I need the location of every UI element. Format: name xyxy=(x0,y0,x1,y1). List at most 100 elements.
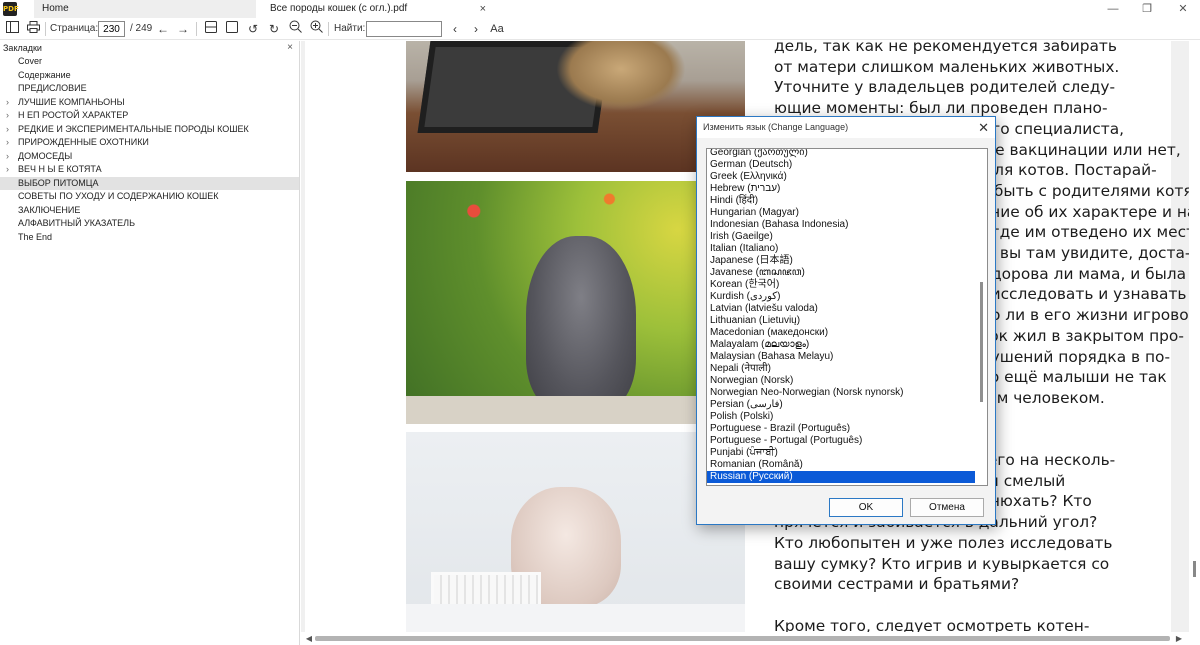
language-option[interactable]: Indonesian (Bahasa Indonesia) xyxy=(707,219,976,231)
language-option[interactable]: Romanian (Română) xyxy=(707,459,976,471)
bookmark-item[interactable]: АЛФАВИТНЫЙ УКАЗАТЕЛЬ xyxy=(0,217,299,231)
toolbar-separator xyxy=(328,22,329,36)
listbox-scrollbar[interactable] xyxy=(975,149,987,485)
bookmarks-sidebar: Закладки × Cover Содержание ПРЕДИСЛОВИЕ › ЛУ… xyxy=(0,41,300,645)
sidebar-icon[interactable] xyxy=(3,20,21,38)
tab-document[interactable]: Все породы кошек (с огл.).pdf × xyxy=(262,0,492,18)
bookmark-item[interactable]: ПРЕДИСЛОВИЕ xyxy=(0,82,299,96)
bookmark-label: ВЕЧ Н Ы Е КОТЯТА xyxy=(18,164,102,174)
tab-home[interactable]: Home xyxy=(34,0,256,18)
next-page-icon[interactable]: → xyxy=(174,20,192,38)
bookmark-label: РЕДКИЕ И ЭКСПЕРИМЕНТАЛЬНЫЕ ПОРОДЫ КОШЕК xyxy=(18,123,249,134)
language-option[interactable]: Persian (فارسی) xyxy=(707,399,976,411)
bookmark-item[interactable]: › ЛУЧШИЕ КОМПАНЬОНЫ xyxy=(0,96,299,110)
bookmark-item[interactable]: СОВЕТЫ ПО УХОДУ И СОДЕРЖАНИЮ КОШЕК xyxy=(0,190,299,204)
close-tab-icon[interactable]: × xyxy=(480,0,486,18)
language-option[interactable]: Portuguese - Brazil (Português) xyxy=(707,423,976,435)
close-dialog-icon[interactable]: ✕ xyxy=(978,117,989,138)
language-option[interactable]: Malaysian (Bahasa Melayu) xyxy=(707,351,976,363)
text-line: от матери слишком маленьких животных. xyxy=(774,57,1120,76)
text-line: Уточните у владельцев родителей следу- xyxy=(774,78,1116,97)
language-option[interactable]: Hindi (हिंदी) xyxy=(707,195,976,207)
rotate-right-icon[interactable]: ↻ xyxy=(265,20,283,38)
bookmark-item[interactable]: ВЫБОР ПИТОМЦА xyxy=(0,176,299,190)
page-number-input[interactable] xyxy=(98,21,125,37)
language-option[interactable]: Punjabi (ਪੰਜਾਬੀ) xyxy=(707,447,976,459)
scrollbar-thumb[interactable] xyxy=(1193,561,1196,577)
language-option[interactable]: Portuguese - Portugal (Português) xyxy=(707,435,976,447)
horizontal-scrollbar[interactable]: ◀ ▶ xyxy=(301,632,1189,645)
bookmark-item[interactable]: › ВЕЧ Н Ы Е КОТЯТА xyxy=(0,163,299,177)
language-option[interactable]: Hungarian (Magyar) xyxy=(707,207,976,219)
scrollbar-thumb[interactable] xyxy=(980,282,983,402)
language-option[interactable]: Polish (Polski) xyxy=(707,411,976,423)
bookmark-label: ДОМОСЕДЫ xyxy=(18,150,73,161)
chevron-right-icon[interactable]: › xyxy=(6,123,9,137)
chevron-right-icon[interactable]: › xyxy=(6,136,9,150)
chevron-right-icon[interactable]: › xyxy=(6,96,9,110)
language-option[interactable]: Norwegian Neo-Norwegian (Norsk nynorsk) xyxy=(707,387,976,399)
rotate-left-icon[interactable]: ↺ xyxy=(244,20,262,38)
bookmark-list: Cover Содержание ПРЕДИСЛОВИЕ › ЛУЧШИЕ КОМПАН… xyxy=(0,55,299,244)
cancel-button[interactable]: Отмена xyxy=(910,498,984,517)
scroll-right-icon[interactable]: ▶ xyxy=(1173,632,1185,645)
text-line: Кроме того, следует осмотреть котен- xyxy=(774,616,1090,632)
bookmark-label: АЛФАВИТНЫЙ УКАЗАТЕЛЬ xyxy=(18,218,135,228)
restore-icon[interactable]: ❐ xyxy=(1139,1,1155,17)
bookmark-item[interactable]: › ПРИРОЖДЕННЫЕ ОХОТНИКИ xyxy=(0,136,299,150)
vertical-scrollbar[interactable] xyxy=(1189,41,1200,632)
language-option[interactable]: Russian (Русский) xyxy=(707,471,976,483)
language-option[interactable]: Japanese (日本語) xyxy=(707,255,976,267)
close-sidebar-icon[interactable]: × xyxy=(287,41,293,55)
font-toggle-icon[interactable]: Aa xyxy=(488,20,506,38)
bookmark-item[interactable]: › РЕДКИЕ И ЭКСПЕРИМЕНТАЛЬНЫЕ ПОРОДЫ КОШЕК xyxy=(0,123,299,137)
language-option[interactable]: Malayalam (മലയാളം) xyxy=(707,339,976,351)
language-listbox[interactable]: Georgian (ქართული) German (Deutsch) Greek … xyxy=(706,148,988,486)
language-option[interactable]: Irish (Gaeilge) xyxy=(707,231,976,243)
zoom-in-icon[interactable] xyxy=(307,20,325,38)
chevron-right-icon[interactable]: › xyxy=(6,109,9,123)
language-option[interactable]: Nepali (नेपाली) xyxy=(707,363,976,375)
window-close-icon[interactable]: ✕ xyxy=(1175,1,1191,17)
language-option[interactable]: Norwegian (Norsk) xyxy=(707,375,976,387)
bookmark-item[interactable]: › ДОМОСЕДЫ xyxy=(0,150,299,164)
bookmark-item[interactable]: › Н ЕП РОСТОЙ ХАРАКТЕР xyxy=(0,109,299,123)
bookmark-item[interactable]: Содержание xyxy=(0,69,299,83)
language-option[interactable]: Javanese (ꦧꦱꦗꦮ) xyxy=(707,267,976,279)
language-option[interactable]: Korean (한국어) xyxy=(707,279,976,291)
zoom-out-icon[interactable] xyxy=(286,20,304,38)
tab-bar: PDF Home Все породы кошек (с огл.).pdf ×… xyxy=(0,0,1200,18)
prev-page-icon[interactable]: ← xyxy=(154,20,172,38)
scrollbar-thumb[interactable] xyxy=(315,636,1170,641)
chevron-right-icon[interactable]: › xyxy=(6,163,9,177)
language-option[interactable]: Macedonian (македонски) xyxy=(707,327,976,339)
bookmark-label: ПРЕДИСЛОВИЕ xyxy=(18,83,87,93)
fit-page-icon[interactable] xyxy=(223,20,241,38)
text-line: своими сестрами и братьями? xyxy=(774,575,1020,594)
scroll-left-icon[interactable]: ◀ xyxy=(303,632,315,645)
find-input[interactable] xyxy=(366,21,442,37)
find-next-icon[interactable]: › xyxy=(467,20,485,38)
bookmark-item[interactable]: ЗАКЛЮЧЕНИЕ xyxy=(0,204,299,218)
gray-kitten-photo xyxy=(406,181,745,424)
print-icon[interactable] xyxy=(24,20,42,38)
language-option[interactable]: Latvian (latviešu valoda) xyxy=(707,303,976,315)
bookmark-item[interactable]: Cover xyxy=(0,55,299,69)
bookmark-item[interactable]: The End xyxy=(0,231,299,245)
find-label: Найти: xyxy=(334,23,366,34)
language-option[interactable]: German (Deutsch) xyxy=(707,159,976,171)
find-prev-icon[interactable]: ‹ xyxy=(446,20,464,38)
language-option[interactable]: Kurdish (کوردی) xyxy=(707,291,976,303)
language-option[interactable]: Lithuanian (Lietuvių) xyxy=(707,315,976,327)
language-option[interactable]: Italian (Italiano) xyxy=(707,243,976,255)
fit-width-icon[interactable] xyxy=(202,20,220,38)
language-option[interactable]: Hebrew (עברית) xyxy=(707,183,976,195)
page-label: Страница: xyxy=(50,23,99,34)
bookmark-label: СОВЕТЫ ПО УХОДУ И СОДЕРЖАНИЮ КОШЕК xyxy=(18,191,219,201)
dialog-titlebar: Изменить язык (Change Language) ✕ xyxy=(697,117,995,138)
language-option[interactable]: Georgian (ქართული) xyxy=(707,149,976,159)
chevron-right-icon[interactable]: › xyxy=(6,150,9,164)
minimize-icon[interactable]: — xyxy=(1105,1,1121,17)
ok-button[interactable]: OK xyxy=(829,498,903,517)
language-option[interactable]: Greek (Ελληνικά) xyxy=(707,171,976,183)
